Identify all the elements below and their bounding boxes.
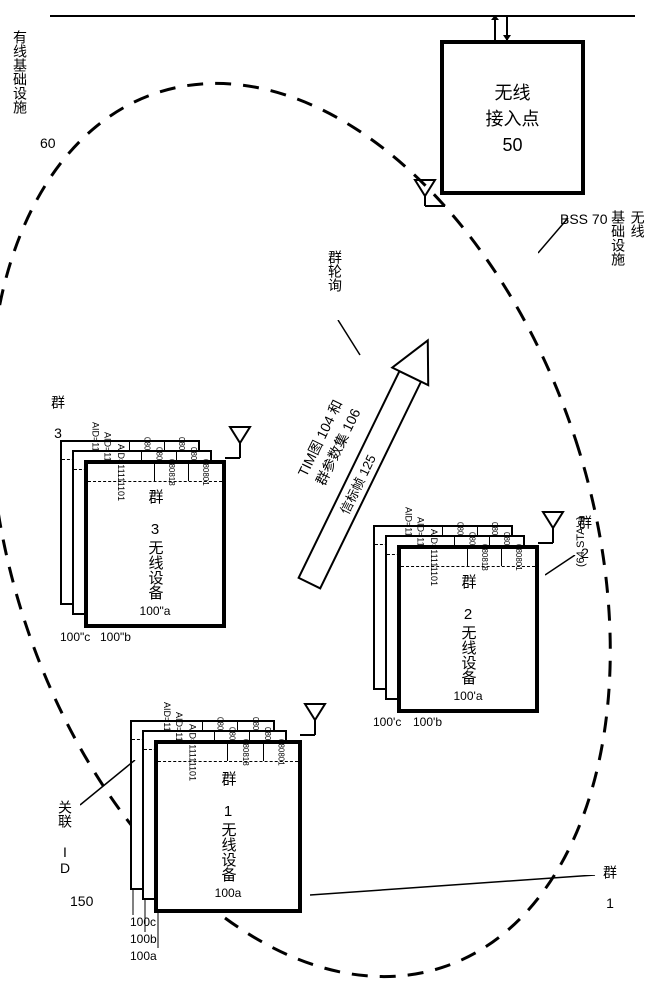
group2-device-label: 无线设备 (458, 625, 479, 685)
group2-stack-c-ref: 100'c (373, 715, 401, 729)
group1-stack: AID=11111101 080818 080801 AID=11111101 … (130, 720, 300, 915)
access-point-box: 无线 接入点 50 (440, 40, 585, 195)
group2-title: 群 2 (458, 574, 479, 623)
group3-card-a-c1: 080818 (154, 464, 188, 481)
ap-ref: 50 (502, 135, 522, 156)
aid-leader-line (80, 760, 140, 810)
group1-title: 群 1 (218, 771, 239, 820)
group1-card-a-c1: 080818 (227, 744, 263, 761)
ap-label-1: 无线 (495, 79, 531, 105)
ap-label-2: 接入点 (486, 105, 540, 131)
wired-network-line (50, 15, 635, 17)
group1-ref: 100a (215, 886, 242, 900)
group1-stack-a-ref: 100a (130, 949, 157, 963)
aid-label: 关联 ID (55, 800, 75, 876)
group1-card-a-c2: 080801 (263, 744, 299, 761)
group1-antenna-icon (300, 702, 335, 737)
group3-stack: AID=11111101 080818 080801 AID=11111101 … (60, 440, 230, 630)
group2-card-a-c1: 080818 (467, 549, 501, 566)
group3-stack-c-ref: 100"c (60, 630, 90, 644)
group3-antenna-icon (225, 425, 260, 460)
group3-title: 群 3 (145, 489, 166, 538)
group3-stack-b-ref: 100"b (100, 630, 131, 644)
group1-refs-leader (130, 890, 170, 950)
group2-antenna-icon (538, 510, 573, 545)
group3-name: 群 3 (48, 395, 68, 441)
group1-device-label: 无线设备 (218, 822, 239, 882)
group3-card-a: AID=11111101 080818 080801 群 3 无线设备 100"… (84, 460, 226, 628)
group2-leader-line (545, 555, 580, 580)
group2-card-a-c2: 080801 (501, 549, 535, 566)
group1-card-a-aid: AID=11111101 (158, 744, 227, 761)
wired-infra-label: 有线基础设施 (10, 30, 30, 114)
group1-card-a: AID=11111101 080818 080801 群 1 无线设备 100a (154, 740, 302, 913)
group2-ref: 100'a (454, 689, 483, 703)
group3-ref: 100"a (140, 604, 171, 618)
bss-leader-line (538, 218, 578, 258)
group2-stack-b-ref: 100'b (413, 715, 442, 729)
aid-ref: 150 (70, 893, 93, 909)
group2-stack: AID=11111101 080818 080801 AID=11111101 … (373, 525, 543, 715)
group1-name: 群 1 (600, 865, 620, 911)
group1-leader-line (310, 875, 600, 935)
group2-card-a-aid: AID=11111101 (401, 549, 467, 566)
group3-device-label: 无线设备 (145, 540, 166, 600)
group2-card-a: AID=11111101 080818 080801 群 2 无线设备 100'… (397, 545, 539, 713)
wired-infra-ref: 60 (40, 135, 56, 151)
group3-card-a-aid: AID=11111101 (88, 464, 154, 481)
poll-label: 群轮询 (325, 250, 345, 292)
ap-antenna-icon (410, 178, 450, 208)
group3-card-a-c2: 080801 (188, 464, 222, 481)
